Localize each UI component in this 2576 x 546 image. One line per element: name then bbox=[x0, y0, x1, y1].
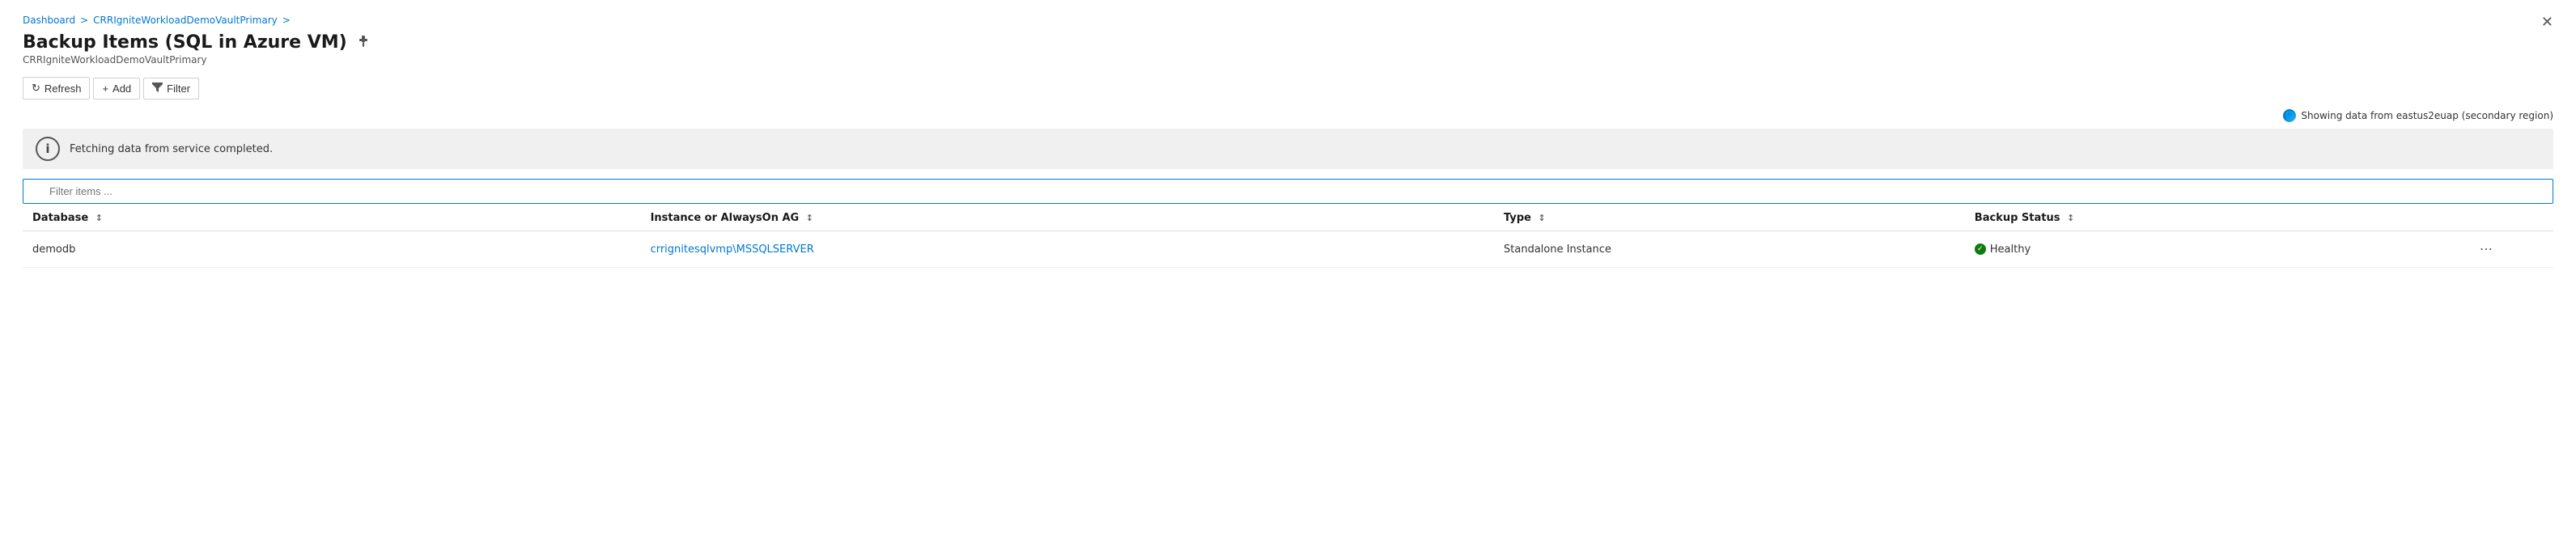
add-button[interactable]: + Add bbox=[93, 78, 140, 99]
cell-actions: ⋯ bbox=[2465, 231, 2553, 268]
sort-icon-database[interactable]: ↕ bbox=[95, 213, 103, 223]
table-row: demodb crrignitesqlvmp\MSSQLSERVER Stand… bbox=[23, 231, 2553, 268]
refresh-icon: ↻ bbox=[32, 82, 40, 95]
toolbar: ↻ Refresh + Add Filter bbox=[23, 77, 2553, 99]
info-bar: i Fetching data from service completed. bbox=[23, 129, 2553, 169]
type-value: Standalone Instance bbox=[1504, 243, 1611, 256]
breadcrumb: Dashboard > CRRIgniteWorkloadDemoVaultPr… bbox=[23, 15, 2553, 26]
secondary-region-text: Showing data from eastus2euap (secondary… bbox=[2301, 110, 2553, 121]
pin-icon[interactable] bbox=[357, 35, 370, 51]
info-circle-icon: i bbox=[36, 137, 60, 161]
cell-backup-status: Healthy bbox=[1965, 231, 2465, 268]
instance-link[interactable]: crrignitesqlvmp\MSSQLSERVER bbox=[651, 243, 814, 256]
secondary-region-row: 🌐 Showing data from eastus2euap (seconda… bbox=[23, 109, 2553, 122]
sort-icon-type[interactable]: ↕ bbox=[1538, 213, 1545, 223]
col-header-actions bbox=[2465, 204, 2553, 231]
col-header-database[interactable]: Database ↕ bbox=[23, 204, 641, 231]
info-message: Fetching data from service completed. bbox=[70, 143, 273, 155]
add-icon: + bbox=[102, 83, 108, 95]
healthy-badge: Healthy bbox=[1975, 243, 2455, 256]
sort-icon-status[interactable]: ↕ bbox=[2067, 213, 2074, 223]
page-wrapper: Dashboard > CRRIgniteWorkloadDemoVaultPr… bbox=[0, 0, 2576, 268]
filter-button[interactable]: Filter bbox=[143, 78, 199, 99]
breadcrumb-sep-2: > bbox=[282, 15, 291, 26]
col-header-instance[interactable]: Instance or AlwaysOn AG ↕ bbox=[641, 204, 1494, 231]
filter-input-wrapper bbox=[23, 179, 2553, 204]
database-name: demodb bbox=[32, 243, 75, 256]
filter-label: Filter bbox=[167, 83, 190, 95]
cell-database: demodb bbox=[23, 231, 641, 268]
refresh-button[interactable]: ↻ Refresh bbox=[23, 77, 90, 99]
healthy-dot-icon bbox=[1975, 243, 1986, 255]
sort-icon-instance[interactable]: ↕ bbox=[806, 213, 813, 223]
col-header-backup-status[interactable]: Backup Status ↕ bbox=[1965, 204, 2465, 231]
close-button[interactable]: ✕ bbox=[2541, 15, 2553, 29]
page-subtitle: CRRIgniteWorkloadDemoVaultPrimary bbox=[23, 54, 2553, 66]
page-title: Backup Items (SQL in Azure VM) bbox=[23, 32, 347, 53]
breadcrumb-vault[interactable]: CRRIgniteWorkloadDemoVaultPrimary bbox=[93, 15, 278, 26]
col-header-type[interactable]: Type ↕ bbox=[1494, 204, 1965, 231]
row-actions-button[interactable]: ⋯ bbox=[2475, 239, 2497, 259]
breadcrumb-dashboard[interactable]: Dashboard bbox=[23, 15, 75, 26]
backup-status-value: Healthy bbox=[1990, 243, 2031, 256]
title-row: Backup Items (SQL in Azure VM) bbox=[23, 32, 2553, 53]
filter-icon bbox=[152, 83, 163, 95]
table-header: Database ↕ Instance or AlwaysOn AG ↕ Typ… bbox=[23, 204, 2553, 231]
backup-items-table: Database ↕ Instance or AlwaysOn AG ↕ Typ… bbox=[23, 204, 2553, 268]
cell-type: Standalone Instance bbox=[1494, 231, 1965, 268]
breadcrumb-sep-1: > bbox=[80, 15, 88, 26]
filter-items-input[interactable] bbox=[23, 179, 2553, 204]
refresh-label: Refresh bbox=[45, 83, 82, 95]
add-label: Add bbox=[112, 83, 131, 95]
globe-icon: 🌐 bbox=[2283, 109, 2296, 122]
cell-instance: crrignitesqlvmp\MSSQLSERVER bbox=[641, 231, 1494, 268]
